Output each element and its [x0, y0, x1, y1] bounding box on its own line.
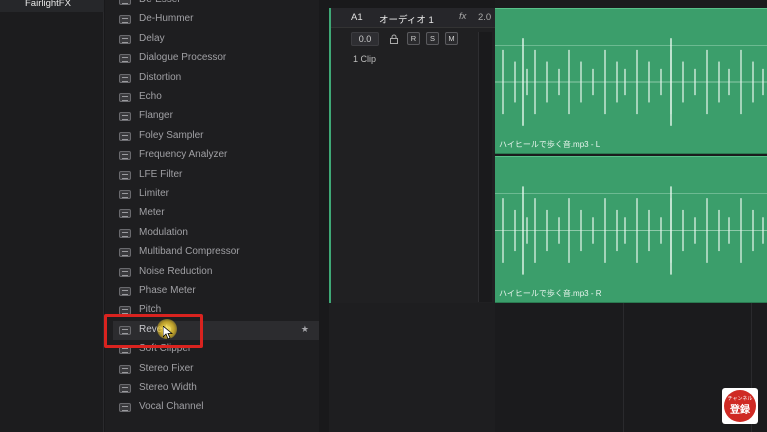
- lock-icon[interactable]: [389, 34, 399, 44]
- fx-item-label: LFE Filter: [139, 168, 183, 180]
- fx-item[interactable]: Vocal Channel: [113, 398, 319, 417]
- fx-item-label: Stereo Width: [139, 382, 197, 393]
- fx-item[interactable]: Stereo Width: [113, 379, 319, 398]
- category-label: FairlightFX: [25, 0, 71, 9]
- fx-item[interactable]: Dialogue Processor: [113, 49, 319, 68]
- track-title-bar: A1 オーディオ 1 fx 2.0: [331, 8, 495, 28]
- fx-item-label: De-Esser: [139, 0, 181, 5]
- plugin-icon: [119, 151, 131, 161]
- effects-library-list: De-Esser De-Hummer Delay Dialogue Processor…: [105, 0, 319, 432]
- fx-item[interactable]: Flanger: [113, 107, 319, 126]
- subscribe-button[interactable]: チャンネル 登録: [722, 388, 758, 424]
- fx-item-label: Modulation: [139, 226, 188, 238]
- plugin-icon: [119, 93, 131, 102]
- fx-item[interactable]: Limiter: [113, 185, 319, 204]
- subscribe-label: 登録: [730, 405, 750, 416]
- fx-item-label: Noise Reduction: [139, 265, 213, 277]
- fx-item-label: Flanger: [139, 110, 173, 122]
- plugin-icon: [119, 384, 131, 393]
- mute-button[interactable]: M: [445, 32, 458, 45]
- fx-item[interactable]: Multiband Compressor: [113, 243, 319, 262]
- waveform-left: [495, 38, 767, 126]
- track-volume-field[interactable]: 0.0: [351, 32, 379, 46]
- track-header: A1 オーディオ 1 fx 2.0 0.0 R S M 1 Clip: [329, 8, 495, 303]
- fx-item-label: Distortion: [139, 71, 182, 83]
- timeline-gridline: [623, 303, 624, 432]
- highlight-annotation: [104, 314, 203, 348]
- record-arm-button[interactable]: R: [407, 32, 420, 45]
- fx-icon[interactable]: fx: [459, 11, 466, 22]
- clip-count: 1 Clip: [353, 54, 377, 64]
- fx-item-label: Vocal Channel: [139, 401, 204, 413]
- fx-item[interactable]: Delay: [113, 30, 319, 49]
- fx-item[interactable]: LFE Filter: [113, 166, 319, 185]
- fx-item[interactable]: De-Esser: [113, 0, 319, 10]
- fx-item-label: Foley Sampler: [139, 129, 204, 141]
- fx-item-label: Meter: [139, 207, 165, 219]
- track-id: A1: [351, 12, 363, 23]
- favorite-star-icon[interactable]: ★: [301, 324, 309, 335]
- fx-item-label: Echo: [139, 91, 162, 102]
- plugin-icon: [119, 15, 131, 25]
- plugin-icon: [119, 170, 131, 180]
- plugin-icon: [119, 73, 131, 83]
- fx-item[interactable]: Echo: [113, 88, 319, 107]
- cursor-icon: [163, 326, 173, 340]
- solo-button[interactable]: S: [426, 32, 439, 45]
- plugin-icon: [119, 0, 131, 5]
- fx-item[interactable]: De-Hummer: [113, 10, 319, 29]
- plugin-icon: [119, 403, 131, 413]
- category-panel: FairlightFX: [0, 0, 104, 432]
- plugin-icon: [119, 34, 131, 44]
- channel-format: 2.0: [478, 12, 492, 23]
- fx-item-label: Frequency Analyzer: [139, 149, 228, 161]
- category-item-fairlightfx[interactable]: FairlightFX: [0, 0, 104, 12]
- plugin-icon: [119, 248, 131, 258]
- timeline[interactable]: ハイヒールで歩く音.mp3 - L ハイヒールで歩く音.mp3 - R: [495, 0, 767, 432]
- plugin-icon: [119, 364, 131, 374]
- fx-item-label: Multiband Compressor: [139, 246, 240, 258]
- clip-name-right: ハイヒールで歩く音.mp3 - R: [499, 289, 602, 298]
- fx-item[interactable]: Frequency Analyzer: [113, 146, 319, 165]
- subscribe-circle: チャンネル 登録: [724, 390, 756, 422]
- fx-item-label: Delay: [139, 32, 165, 44]
- plugin-icon: [119, 131, 131, 141]
- fx-item-label: Dialogue Processor: [139, 52, 227, 64]
- plugin-icon: [119, 190, 131, 199]
- fx-item-label: Stereo Fixer: [139, 362, 194, 374]
- plugin-icon: [119, 228, 131, 238]
- plugin-icon: [119, 54, 131, 64]
- fx-item-label: Phase Meter: [139, 285, 196, 296]
- fx-item[interactable]: Distortion: [113, 69, 319, 88]
- clip-name-left: ハイヒールで歩く音.mp3 - L: [499, 140, 601, 149]
- fx-item[interactable]: Meter: [113, 204, 319, 223]
- waveform-right: [495, 186, 767, 275]
- plugin-icon: [119, 209, 131, 219]
- fx-item-label: De-Hummer: [139, 13, 194, 25]
- fx-item[interactable]: Phase Meter: [113, 282, 319, 301]
- plugin-icon: [119, 287, 131, 296]
- fx-item-label: Limiter: [139, 188, 170, 199]
- audio-clip-left[interactable]: ハイヒールで歩く音.mp3 - L: [495, 8, 767, 154]
- empty-track-area: [329, 303, 495, 432]
- fx-item[interactable]: Modulation: [113, 224, 319, 243]
- track-meter: [478, 32, 492, 302]
- fx-item[interactable]: Noise Reduction: [113, 263, 319, 282]
- fx-item[interactable]: Foley Sampler: [113, 127, 319, 146]
- track-name[interactable]: オーディオ 1: [379, 12, 434, 26]
- plugin-icon: [119, 267, 131, 277]
- plugin-icon: [119, 112, 131, 122]
- fx-item[interactable]: Stereo Fixer: [113, 360, 319, 379]
- audio-clip-right[interactable]: ハイヒールで歩く音.mp3 - R: [495, 156, 767, 303]
